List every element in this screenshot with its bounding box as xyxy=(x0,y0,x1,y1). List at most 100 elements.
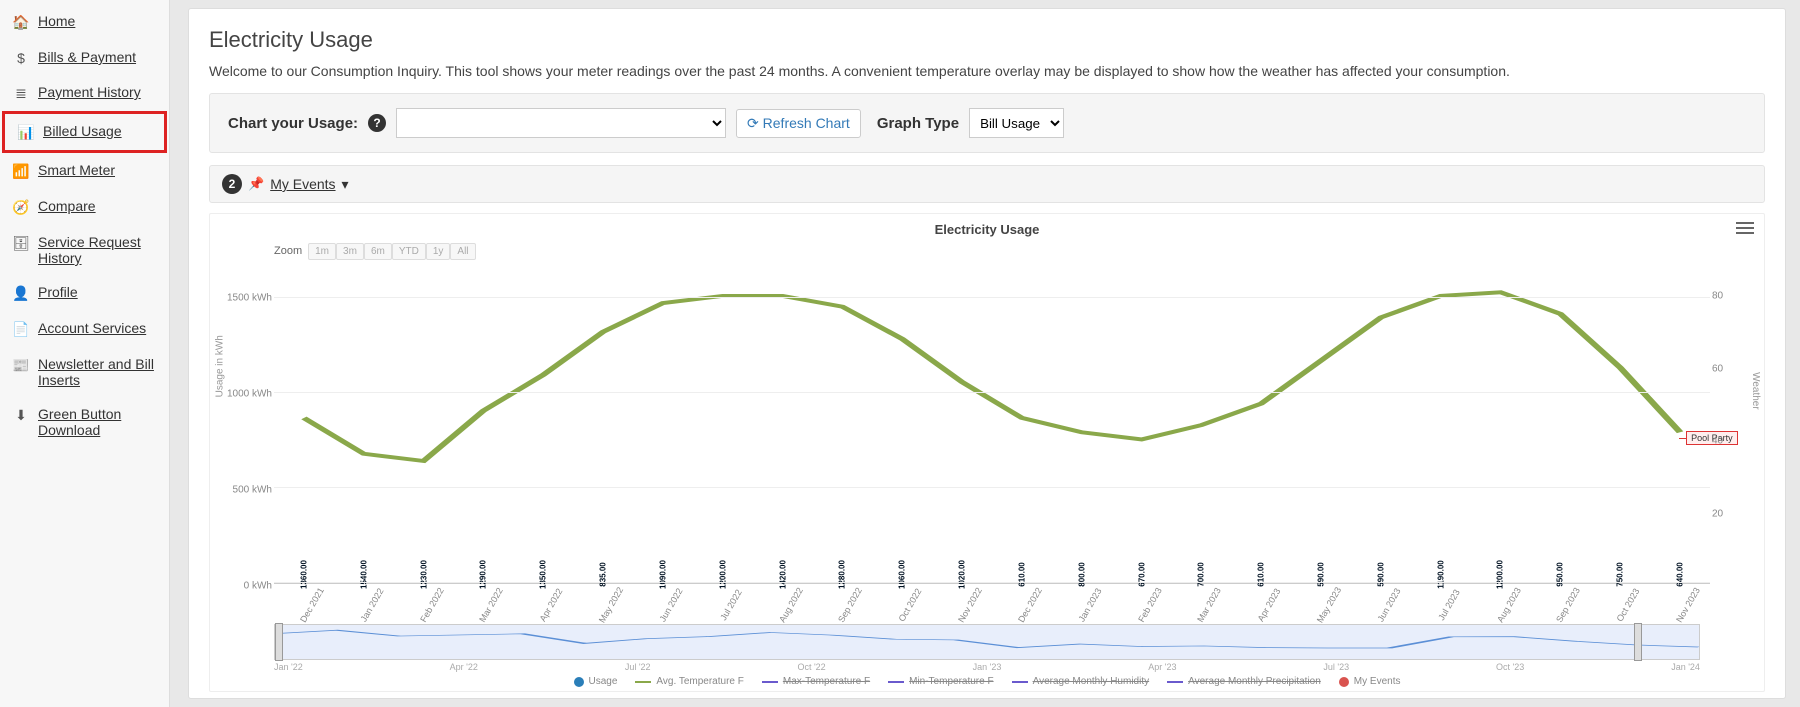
sidebar-item-payment-history[interactable]: ≣ Payment History xyxy=(0,75,169,111)
sidebar-item-green-button[interactable]: ⬇ Green Button Download xyxy=(0,397,169,447)
bar-value-label: 750.00 xyxy=(1616,562,1625,586)
legend-label: Average Monthly Precipitation xyxy=(1188,676,1321,687)
chart-navigator[interactable] xyxy=(274,624,1700,660)
bar-value-label: 1290.00 xyxy=(479,560,488,589)
bar-value-label: 1360.00 xyxy=(299,560,308,589)
sidebar-item-label: Compare xyxy=(38,198,96,214)
legend-item[interactable]: Avg. Temperature F xyxy=(635,676,743,687)
caret-down-icon: ▾ xyxy=(342,176,349,193)
legend-item[interactable]: Min-Temperature F xyxy=(888,676,993,687)
legend-item[interactable]: My Events xyxy=(1339,676,1401,687)
sidebar-item-label: Profile xyxy=(38,284,78,300)
help-icon[interactable]: ? xyxy=(368,114,386,132)
sidebar-item-label: Payment History xyxy=(38,84,141,100)
sidebar-item-billed-usage[interactable]: 📊 Billed Usage xyxy=(2,111,167,153)
sidebar-item-account-services[interactable]: 📄 Account Services xyxy=(0,311,169,347)
archive-icon: 🗄 xyxy=(12,235,30,252)
bar-value-label: 670.00 xyxy=(1137,562,1146,586)
bar-value-label: 1190.00 xyxy=(1436,560,1445,588)
zoom-button-1y[interactable]: 1y xyxy=(426,243,451,260)
sidebar-item-label: Bills & Payment xyxy=(38,49,136,65)
dollar-icon: $ xyxy=(12,50,30,66)
chart-usage-label: Chart your Usage: xyxy=(228,115,358,132)
sidebar-item-smart-meter[interactable]: 📶 Smart Meter xyxy=(0,153,169,189)
navigator-handle-left[interactable] xyxy=(275,623,283,661)
bar-value-label: 1090.00 xyxy=(658,560,667,589)
sidebar-item-service-request[interactable]: 🗄 Service Request History xyxy=(0,225,169,275)
legend-item[interactable]: Average Monthly Humidity xyxy=(1012,676,1150,687)
sidebar-item-profile[interactable]: 👤 Profile xyxy=(0,275,169,311)
legend-item[interactable]: Usage xyxy=(574,676,618,687)
chart-toolbar: Chart your Usage: ? ⟳ Refresh Chart Grap… xyxy=(209,93,1765,153)
y-axis-right: Weather 20406080 xyxy=(1710,260,1750,586)
legend-label: My Events xyxy=(1354,676,1401,687)
navigator-tick: Apr '23 xyxy=(1148,662,1176,672)
sidebar-item-newsletter[interactable]: 📰 Newsletter and Bill Inserts xyxy=(0,347,169,397)
my-events-link[interactable]: My Events xyxy=(270,176,335,192)
signal-icon: 📶 xyxy=(12,163,30,180)
y-tick: 0 kWh xyxy=(244,581,272,592)
page-description: Welcome to our Consumption Inquiry. This… xyxy=(209,63,1765,79)
zoom-button-6m[interactable]: 6m xyxy=(364,243,392,260)
legend-swatch-icon xyxy=(1167,681,1183,683)
refresh-chart-button[interactable]: ⟳ Refresh Chart xyxy=(736,109,861,138)
pin-icon: 📌 xyxy=(248,176,264,192)
plot-area: 1360.001540.001230.001290.001350.00835.0… xyxy=(274,260,1710,584)
bar-value-label: 1230.00 xyxy=(419,560,428,589)
bar-value-label: 700.00 xyxy=(1197,562,1206,586)
chart-body: Usage in kWh 0 kWh500 kWh1000 kWh1500 kW… xyxy=(224,260,1750,586)
legend-swatch-icon xyxy=(574,677,584,687)
sidebar-item-label: Account Services xyxy=(38,320,146,336)
bar-value-label: 1280.00 xyxy=(838,560,847,589)
download-icon: ⬇ xyxy=(12,407,30,424)
bar-chart-icon: 📊 xyxy=(17,124,35,141)
y-tick: 1000 kWh xyxy=(227,389,272,400)
navigator-tick: Jul '22 xyxy=(625,662,651,672)
legend-label: Max-Temperature F xyxy=(783,676,870,687)
navigator-tick: Oct '22 xyxy=(797,662,825,672)
zoom-button-all[interactable]: All xyxy=(450,243,475,260)
zoom-button-ytd[interactable]: YTD xyxy=(392,243,426,260)
sidebar-item-label: Billed Usage xyxy=(43,123,122,139)
legend-item[interactable]: Max-Temperature F xyxy=(762,676,870,687)
bar-value-label: 610.00 xyxy=(1257,562,1266,586)
legend-label: Avg. Temperature F xyxy=(656,676,743,687)
zoom-button-3m[interactable]: 3m xyxy=(336,243,364,260)
bar-value-label: 1020.00 xyxy=(958,560,967,589)
navigator-handle-right[interactable] xyxy=(1634,623,1642,661)
sidebar-item-home[interactable]: 🏠 Home xyxy=(0,4,169,40)
bar-value-label: 1060.00 xyxy=(898,560,907,589)
sidebar-item-label: Green Button Download xyxy=(38,406,157,438)
chart-menu-button[interactable] xyxy=(1736,222,1754,234)
legend-swatch-icon xyxy=(762,681,778,683)
sidebar-item-compare[interactable]: 🧭 Compare xyxy=(0,189,169,225)
y-axis-label: Usage in kWh xyxy=(215,335,226,397)
graph-type-select[interactable]: Bill Usage xyxy=(969,108,1064,138)
bar-value-label: 590.00 xyxy=(1316,562,1325,586)
navigator-tick: Apr '22 xyxy=(450,662,478,672)
y-axis-right-label: Weather xyxy=(1751,372,1762,410)
zoom-controls: Zoom 1m3m6mYTD1yAll xyxy=(274,241,1750,260)
bar-value-label: 1540.00 xyxy=(359,560,368,589)
navigator-tick: Jul '23 xyxy=(1323,662,1349,672)
bar-value-label: 1200.00 xyxy=(718,560,727,589)
graph-type-label: Graph Type xyxy=(877,115,959,132)
bar-value-label: 1350.00 xyxy=(539,560,548,589)
y-axis-left: Usage in kWh 0 kWh500 kWh1000 kWh1500 kW… xyxy=(224,260,274,586)
sidebar-item-bills[interactable]: $ Bills & Payment xyxy=(0,40,169,75)
bar-value-label: 800.00 xyxy=(1077,562,1086,586)
zoom-label: Zoom xyxy=(274,245,302,257)
bar-value-label: 610.00 xyxy=(1017,562,1026,586)
legend-swatch-icon xyxy=(635,681,651,683)
zoom-button-1m[interactable]: 1m xyxy=(308,243,336,260)
navigator-tick: Jan '22 xyxy=(274,662,303,672)
my-events-bar[interactable]: 2 📌 My Events ▾ xyxy=(209,165,1765,203)
sidebar: 🏠 Home $ Bills & Payment ≣ Payment Histo… xyxy=(0,0,170,707)
bar-value-label: 835.00 xyxy=(599,562,608,586)
navigator-labels: Jan '22Apr '22Jul '22Oct '22Jan '23Apr '… xyxy=(274,662,1700,672)
y-tick: 1500 kWh xyxy=(227,293,272,304)
legend-label: Usage xyxy=(589,676,618,687)
y2-tick: 20 xyxy=(1712,508,1723,519)
usage-select[interactable] xyxy=(396,108,726,138)
legend-item[interactable]: Average Monthly Precipitation xyxy=(1167,676,1321,687)
